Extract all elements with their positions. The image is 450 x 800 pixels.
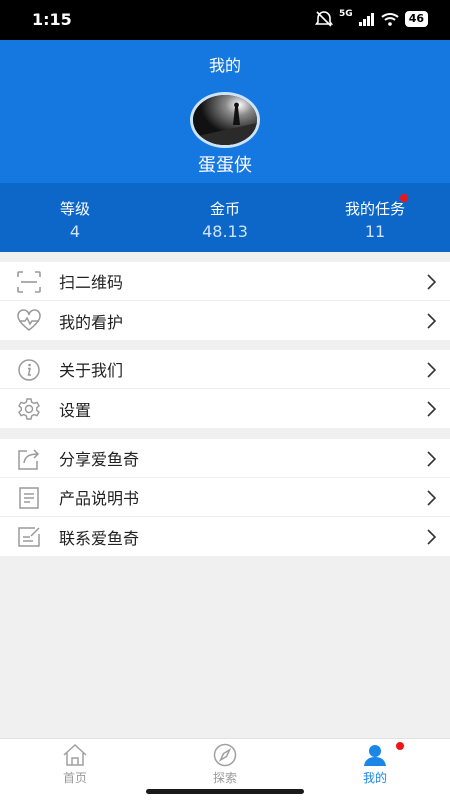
battery-indicator: 46 (404, 11, 428, 27)
chevron-right-icon (427, 401, 436, 417)
menu-item-manual[interactable]: 产品说明书 (0, 478, 450, 517)
stat-value: 48.13 (202, 222, 248, 241)
stat-label: 等级 (59, 200, 90, 218)
tab-home[interactable]: 首页 (0, 739, 150, 800)
chevron-right-icon (427, 451, 436, 467)
chevron-right-icon (427, 490, 436, 506)
heart-pulse-icon (17, 309, 41, 331)
chevron-right-icon (427, 362, 436, 378)
network-label: 5G (339, 9, 353, 19)
menu-label: 产品说明书 (59, 489, 140, 508)
menu-label: 设置 (59, 400, 92, 420)
avatar[interactable] (190, 92, 260, 148)
menu-label: 扫二维码 (59, 273, 124, 292)
menu-group-about: 关于我们 设置 (0, 350, 450, 428)
chevron-right-icon (427, 274, 436, 290)
stat-value: 4 (69, 222, 81, 241)
wifi-icon (381, 13, 399, 26)
menu-item-about-us[interactable]: 关于我们 (0, 350, 450, 389)
menu-label: 我的看护 (59, 312, 124, 332)
stats-bar: 等级 4 金币 48.13 我的任务 11 (0, 183, 450, 252)
tab-label: 我的 (362, 771, 387, 785)
edit-icon (18, 527, 40, 547)
tab-badge-dot (396, 742, 404, 750)
stat-label: 金币 (209, 200, 240, 218)
share-icon (18, 449, 40, 470)
user-icon (364, 745, 386, 766)
menu-item-scan-qr[interactable]: 扫二维码 (0, 262, 450, 301)
menu-label: 分享爱鱼奇 (59, 450, 140, 469)
menu-group-share: 分享爱鱼奇 产品说明书 联系爱鱼奇 (0, 439, 450, 556)
profile-header: 我的 蛋蛋侠 (0, 40, 450, 183)
home-icon (63, 743, 87, 766)
chevron-right-icon (427, 313, 436, 329)
chevron-right-icon (427, 529, 436, 545)
document-icon (19, 487, 39, 509)
status-icons: 5G 46 (315, 9, 428, 27)
status-bar: 1:15 5G 46 (0, 0, 450, 40)
menu-item-contact[interactable]: 联系爱鱼奇 (0, 517, 450, 556)
tab-label: 探索 (212, 771, 237, 785)
menu-label: 关于我们 (59, 361, 124, 380)
tab-label: 首页 (62, 771, 87, 785)
stat-level[interactable]: 等级 4 (0, 183, 150, 252)
qr-scan-icon (17, 271, 41, 293)
menu-item-settings[interactable]: 设置 (0, 389, 450, 428)
tab-mine[interactable]: 我的 (300, 739, 450, 800)
stat-label: 我的任务 (344, 200, 405, 218)
home-indicator[interactable] (146, 789, 304, 794)
mute-icon (315, 11, 334, 27)
page-title: 我的 (208, 56, 241, 75)
stat-value: 11 (364, 222, 386, 241)
status-time: 1:15 (32, 10, 72, 29)
gear-icon (18, 398, 40, 420)
task-badge-dot (400, 194, 408, 202)
info-icon (18, 359, 40, 381)
menu-label: 联系爱鱼奇 (59, 528, 140, 548)
signal-icon (358, 12, 374, 26)
menu-item-my-care[interactable]: 我的看护 (0, 301, 450, 340)
stat-tasks[interactable]: 我的任务 11 (300, 183, 450, 252)
stat-coins[interactable]: 金币 48.13 (150, 183, 300, 252)
username: 蛋蛋侠 (198, 155, 252, 176)
compass-icon (213, 743, 237, 767)
menu-group-scan: 扫二维码 我的看护 (0, 262, 450, 340)
menu-item-share[interactable]: 分享爱鱼奇 (0, 439, 450, 478)
